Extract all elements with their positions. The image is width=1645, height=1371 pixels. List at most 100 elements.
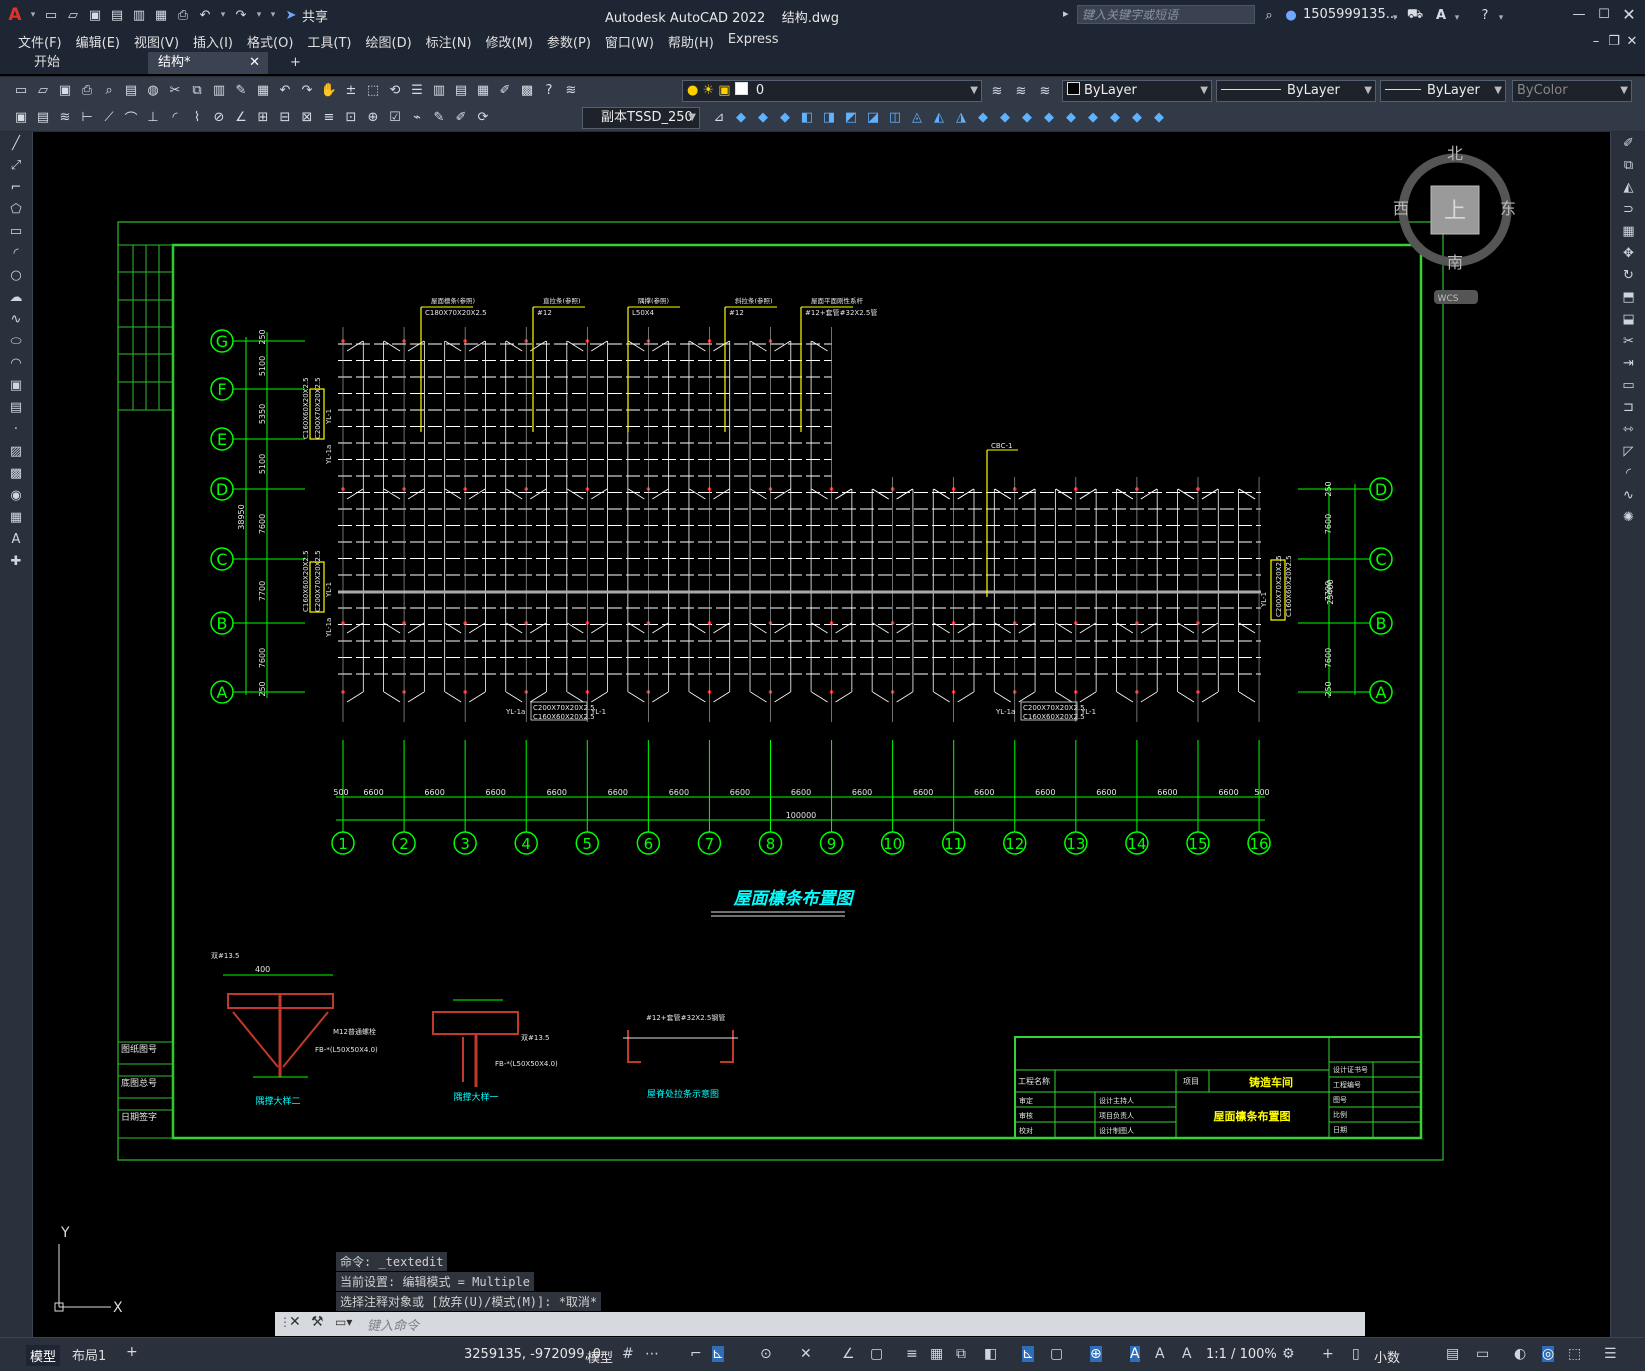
- diameter-icon[interactable]: ⊘: [209, 107, 229, 127]
- infer-constraints-icon[interactable]: ⌐: [690, 1346, 702, 1362]
- jogged-icon[interactable]: ⌇: [187, 107, 207, 127]
- menu-edit[interactable]: 编辑(E): [76, 32, 120, 51]
- help-icon[interactable]: ?: [1475, 5, 1495, 25]
- chamfer-icon[interactable]: ◸: [1618, 442, 1640, 462]
- angular-icon[interactable]: ∠: [231, 107, 251, 127]
- 3d-dwf-icon[interactable]: ◍: [143, 80, 163, 100]
- command-line[interactable]: ⋮ ✕ ⚒ ▭▾ 键入命令: [275, 1312, 1365, 1336]
- sheet-set-icon[interactable]: ▦: [473, 80, 493, 100]
- selection-filter-icon[interactable]: ▢: [1050, 1346, 1063, 1362]
- table-icon[interactable]: ▦: [5, 508, 27, 528]
- chevron-down-icon[interactable]: ▾: [1495, 8, 1507, 28]
- zoom-window-icon[interactable]: ⬚: [363, 80, 383, 100]
- match-properties-icon[interactable]: ✎: [231, 80, 251, 100]
- doc-restore-icon[interactable]: ❐: [1604, 31, 1624, 51]
- coordinate-readout[interactable]: 3259135, -972099, 0: [464, 1347, 601, 1362]
- scale-icon[interactable]: ⬒: [1618, 288, 1640, 308]
- search-icon[interactable]: ⌕: [1259, 5, 1279, 25]
- menu-tools[interactable]: 工具(T): [307, 32, 351, 51]
- add-selected-icon[interactable]: ✚: [5, 552, 27, 572]
- check-icon[interactable]: ◆: [1061, 107, 1081, 127]
- taper-faces-icon[interactable]: ◬: [907, 107, 927, 127]
- menu-express[interactable]: Express: [728, 32, 779, 51]
- break-icon[interactable]: ⊐: [1618, 398, 1640, 418]
- dim-text-edit-icon[interactable]: ✐: [451, 107, 471, 127]
- menu-insert[interactable]: 插入(I): [193, 32, 233, 51]
- tolerance-icon[interactable]: ⊡: [341, 107, 361, 127]
- intersect-icon[interactable]: ◆: [775, 107, 795, 127]
- clean-screen-icon[interactable]: ⬚: [1568, 1346, 1581, 1362]
- line-icon[interactable]: ╱: [5, 134, 27, 154]
- sphere-icon[interactable]: ◆: [1149, 107, 1169, 127]
- wrench-icon[interactable]: ⚒: [311, 1314, 324, 1330]
- chevron-down-icon[interactable]: ▾: [1389, 8, 1401, 28]
- jogged-linear-icon[interactable]: ⌁: [407, 107, 427, 127]
- menu-window[interactable]: 窗口(W): [605, 32, 654, 51]
- menu-dimension[interactable]: 标注(N): [426, 32, 472, 51]
- minimize-icon[interactable]: —: [1569, 4, 1589, 24]
- layer-icon[interactable]: ≋: [55, 107, 75, 127]
- color-dropdown[interactable]: ByLayer ▼: [1062, 80, 1212, 102]
- trim-icon[interactable]: ✂: [1618, 332, 1640, 352]
- tab-close-icon[interactable]: ✕: [249, 52, 260, 74]
- separate-icon[interactable]: ◆: [1017, 107, 1037, 127]
- ordinate-icon[interactable]: ⊥: [143, 107, 163, 127]
- layer-dropdown[interactable]: ● ☀ ▣ 0 ▼: [682, 80, 982, 102]
- chevron-right-icon[interactable]: ▸: [1063, 7, 1069, 20]
- quick-dim-icon[interactable]: ⊞: [253, 107, 273, 127]
- units-dropdown[interactable]: 小数: [1374, 1347, 1400, 1366]
- autodesk-app-icon[interactable]: A: [1431, 5, 1451, 25]
- properties-icon[interactable]: ☰: [407, 80, 427, 100]
- share-button[interactable]: 共享: [302, 6, 328, 25]
- workspace-icon[interactable]: ▣: [11, 107, 31, 127]
- doc-close-icon[interactable]: ✕: [1622, 31, 1642, 51]
- selection-cycling-icon[interactable]: ⧉: [956, 1346, 966, 1362]
- arc-icon[interactable]: ◜: [5, 244, 27, 264]
- erase-icon[interactable]: ✐: [1618, 134, 1640, 154]
- spline-icon[interactable]: ∿: [5, 310, 27, 330]
- menu-help[interactable]: 帮助(H): [668, 32, 714, 51]
- viewcube-west[interactable]: 西: [1393, 199, 1409, 218]
- tab-start[interactable]: 开始: [24, 52, 144, 74]
- rotate-icon[interactable]: ↻: [1618, 266, 1640, 286]
- text-style-dropdown[interactable]: 副本TSSD_250 ▼: [582, 107, 700, 129]
- annotation-monitor-icon[interactable]: +: [1322, 1346, 1334, 1362]
- help-icon[interactable]: ?: [539, 80, 559, 100]
- layer-properties-icon[interactable]: ≋: [561, 80, 581, 100]
- menu-format[interactable]: 格式(O): [247, 32, 293, 51]
- hatch-icon[interactable]: ▨: [5, 442, 27, 462]
- wedge-icon[interactable]: ◆: [1105, 107, 1125, 127]
- layer-state-icon[interactable]: ≋: [1035, 81, 1055, 101]
- viewcube[interactable]: 上 北 南 东 西 WCS: [1393, 144, 1516, 304]
- point-icon[interactable]: ·: [5, 420, 27, 440]
- layer-previous-icon[interactable]: ≋: [1011, 81, 1031, 101]
- tab-model[interactable]: 模型: [26, 1345, 61, 1366]
- dim-style-icon[interactable]: ⊿: [709, 107, 729, 127]
- shell-icon[interactable]: ◆: [1039, 107, 1059, 127]
- cut-icon[interactable]: ✂: [165, 80, 185, 100]
- fillet-icon[interactable]: ◜: [1618, 464, 1640, 484]
- move-icon[interactable]: ✥: [1618, 244, 1640, 264]
- calculator-icon[interactable]: ▩: [517, 80, 537, 100]
- open-icon[interactable]: ▱: [33, 80, 53, 100]
- tool-palettes-icon[interactable]: ▤: [451, 80, 471, 100]
- union-icon[interactable]: ◆: [731, 107, 751, 127]
- chevron-down-icon[interactable]: ▾: [1451, 8, 1463, 28]
- command-input[interactable]: 键入命令: [367, 1315, 419, 1334]
- make-current-layer-icon[interactable]: ≋: [987, 81, 1007, 101]
- block-editor-icon[interactable]: ▦: [253, 80, 273, 100]
- dynamic-input-icon[interactable]: ⊾: [712, 1346, 724, 1362]
- search-input[interactable]: 键入关键字或短语: [1077, 5, 1255, 24]
- share-icon[interactable]: ➤: [281, 5, 301, 25]
- chevron-down-icon[interactable]: ▾: [253, 5, 265, 25]
- zoom-previous-icon[interactable]: ⟲: [385, 80, 405, 100]
- isometric-icon[interactable]: ✕: [800, 1346, 812, 1362]
- array-icon[interactable]: ▦: [1618, 222, 1640, 242]
- web-open-icon[interactable]: ▥: [129, 5, 149, 25]
- transparency-icon[interactable]: ▦: [930, 1346, 943, 1362]
- rectangle-icon[interactable]: ▭: [5, 222, 27, 242]
- imprint-icon[interactable]: ◆: [973, 107, 993, 127]
- undo-icon[interactable]: ↶: [195, 5, 215, 25]
- object-snap-tracking-icon[interactable]: ∠: [842, 1346, 855, 1362]
- offset-faces-icon[interactable]: ◩: [841, 107, 861, 127]
